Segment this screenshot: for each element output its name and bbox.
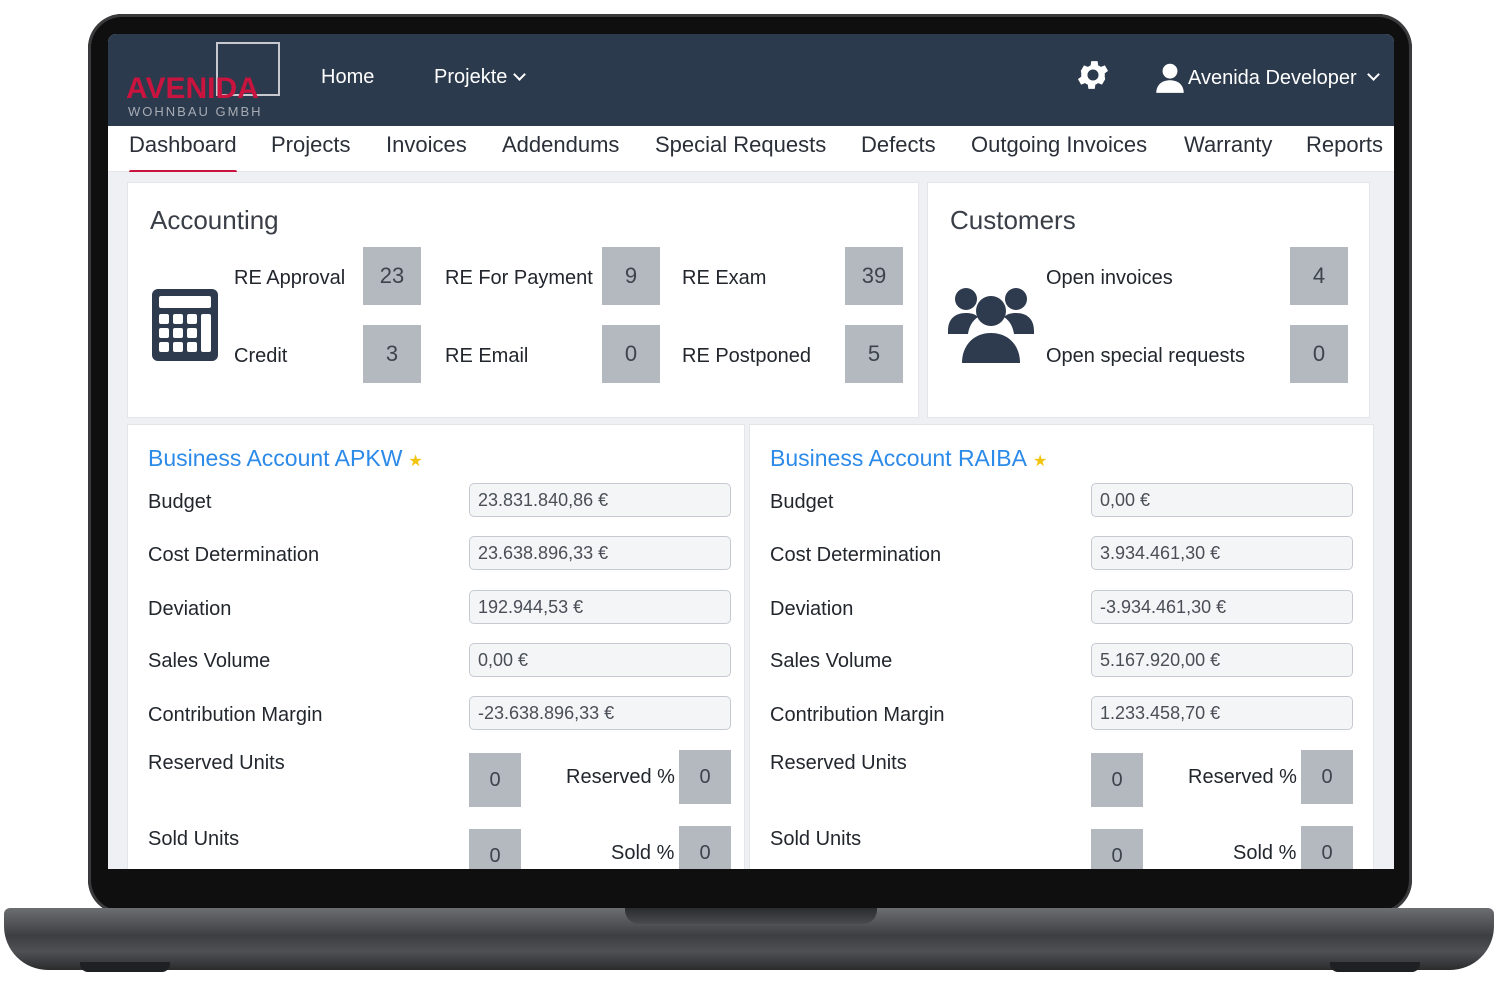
stat-count[interactable]: 0: [602, 325, 660, 383]
users-icon: [948, 288, 1034, 363]
stat-label: Open special requests: [1046, 345, 1246, 367]
field-label: Deviation: [148, 598, 232, 620]
user-name: Avenida Developer: [1188, 66, 1357, 89]
laptop-notch: [625, 908, 877, 924]
reserved-pct-label: Reserved %: [566, 766, 675, 788]
reserved-units-value: 0: [1091, 753, 1143, 807]
cost-determination-field[interactable]: [1091, 536, 1353, 570]
sales-volume-field[interactable]: [469, 643, 731, 677]
sold-units-label: Sold Units: [148, 828, 240, 850]
tab-warranty[interactable]: Warranty: [1184, 132, 1272, 158]
field-label: Budget: [148, 491, 212, 513]
stat-label: Open invoices: [1046, 267, 1173, 289]
sold-pct-label: Sold %: [611, 842, 675, 864]
logo-sub-text: WOHNBAU GMBH: [128, 104, 263, 119]
stat-label: RE For Payment: [445, 267, 593, 289]
business-account-name: Business Account APKW: [148, 445, 403, 471]
dashboard-content: Accounting RE Approval 23 RE For Payment…: [108, 172, 1394, 869]
tab-invoices[interactable]: Invoices: [386, 132, 467, 158]
logo[interactable]: AVENIDA WOHNBAU GMBH: [126, 42, 286, 122]
star-icon[interactable]: ★: [408, 453, 422, 470]
chevron-down-icon: [513, 68, 527, 81]
stat-label: RE Postponed: [682, 345, 811, 367]
user-icon: [1156, 63, 1184, 93]
top-navbar: AVENIDA WOHNBAU GMBH Home Projekte Aveni…: [108, 34, 1394, 126]
stat-label: Credit: [234, 345, 288, 367]
stat-count[interactable]: 3: [363, 325, 421, 383]
contribution-margin-field[interactable]: [1091, 696, 1353, 730]
budget-field[interactable]: [1091, 483, 1353, 517]
business-account-panel: Business Account RAIBA ★ Budget Cost Dete…: [749, 424, 1374, 869]
nav-projekte-label: Projekte: [434, 66, 508, 88]
reserved-units-value: 0: [469, 753, 521, 807]
business-account-title[interactable]: Business Account APKW ★: [148, 445, 423, 472]
deviation-field[interactable]: [469, 590, 731, 624]
sold-units-value: 0: [1091, 829, 1143, 869]
deviation-field[interactable]: [1091, 590, 1353, 624]
field-label: Contribution Margin: [148, 704, 323, 726]
sold-pct-value: 0: [1301, 826, 1353, 869]
calculator-icon: [152, 289, 218, 361]
customers-title: Customers: [950, 205, 1076, 235]
tab-special-requests[interactable]: Special Requests: [655, 132, 826, 158]
contribution-margin-field[interactable]: [469, 696, 731, 730]
reserved-pct-label: Reserved %: [1188, 766, 1297, 788]
field-label: Cost Determination: [148, 544, 320, 566]
sold-units-label: Sold Units: [770, 828, 862, 850]
field-label: Contribution Margin: [770, 704, 945, 726]
tab-outgoing-invoices[interactable]: Outgoing Invoices: [971, 132, 1147, 158]
stat-count[interactable]: 9: [602, 247, 660, 305]
customers-panel: Customers Open invoices 4 Open special r…: [927, 182, 1370, 418]
stat-count[interactable]: 5: [845, 325, 903, 383]
sales-volume-field[interactable]: [1091, 643, 1353, 677]
laptop-foot: [80, 962, 170, 972]
stat-label: RE Approval: [234, 267, 346, 289]
sold-units-value: 0: [469, 829, 521, 869]
stat-label: RE Email: [445, 345, 529, 367]
field-label: Sales Volume: [148, 650, 271, 672]
reserved-pct-value: 0: [679, 750, 731, 804]
reserved-pct-value: 0: [1301, 750, 1353, 804]
cost-determination-field[interactable]: [469, 536, 731, 570]
field-label: Sales Volume: [770, 650, 893, 672]
stat-count[interactable]: 4: [1290, 247, 1348, 305]
stat-count[interactable]: 23: [363, 247, 421, 305]
user-menu[interactable]: Avenida Developer: [1156, 60, 1380, 96]
budget-field[interactable]: [469, 483, 731, 517]
tab-bar: Dashboard Projects Invoices Addendums Sp…: [108, 126, 1394, 174]
tab-addendums[interactable]: Addendums: [502, 132, 619, 158]
nav-home-link[interactable]: Home: [321, 66, 374, 89]
sold-pct-value: 0: [679, 826, 731, 869]
tab-projects[interactable]: Projects: [271, 132, 350, 158]
tab-reports[interactable]: Reports: [1306, 132, 1383, 158]
tab-dashboard[interactable]: Dashboard: [129, 132, 237, 174]
stat-count[interactable]: 39: [845, 247, 903, 305]
logo-main-text: AVENIDA: [126, 72, 259, 105]
field-label: Deviation: [770, 598, 854, 620]
chevron-down-icon: [1366, 67, 1380, 81]
sold-pct-label: Sold %: [1233, 842, 1297, 864]
laptop-foot: [1330, 962, 1420, 972]
business-account-panel: Business Account APKW ★ Budget Cost Deter…: [127, 424, 745, 869]
screen: AVENIDA WOHNBAU GMBH Home Projekte Aveni…: [108, 34, 1394, 869]
accounting-panel: Accounting RE Approval 23 RE For Payment…: [127, 182, 919, 418]
business-account-name: Business Account RAIBA: [770, 445, 1027, 471]
reserved-units-label: Reserved Units: [770, 752, 907, 774]
nav-projekte-dropdown[interactable]: Projekte: [434, 66, 527, 89]
accounting-title: Accounting: [150, 205, 279, 235]
reserved-units-label: Reserved Units: [148, 752, 285, 774]
star-icon[interactable]: ★: [1033, 453, 1047, 470]
gear-icon[interactable]: [1074, 56, 1112, 94]
field-label: Budget: [770, 491, 834, 513]
stat-count[interactable]: 0: [1290, 325, 1348, 383]
stat-label: RE Exam: [682, 267, 767, 289]
business-account-title[interactable]: Business Account RAIBA ★: [770, 445, 1047, 472]
tab-defects[interactable]: Defects: [861, 132, 936, 158]
field-label: Cost Determination: [770, 544, 942, 566]
